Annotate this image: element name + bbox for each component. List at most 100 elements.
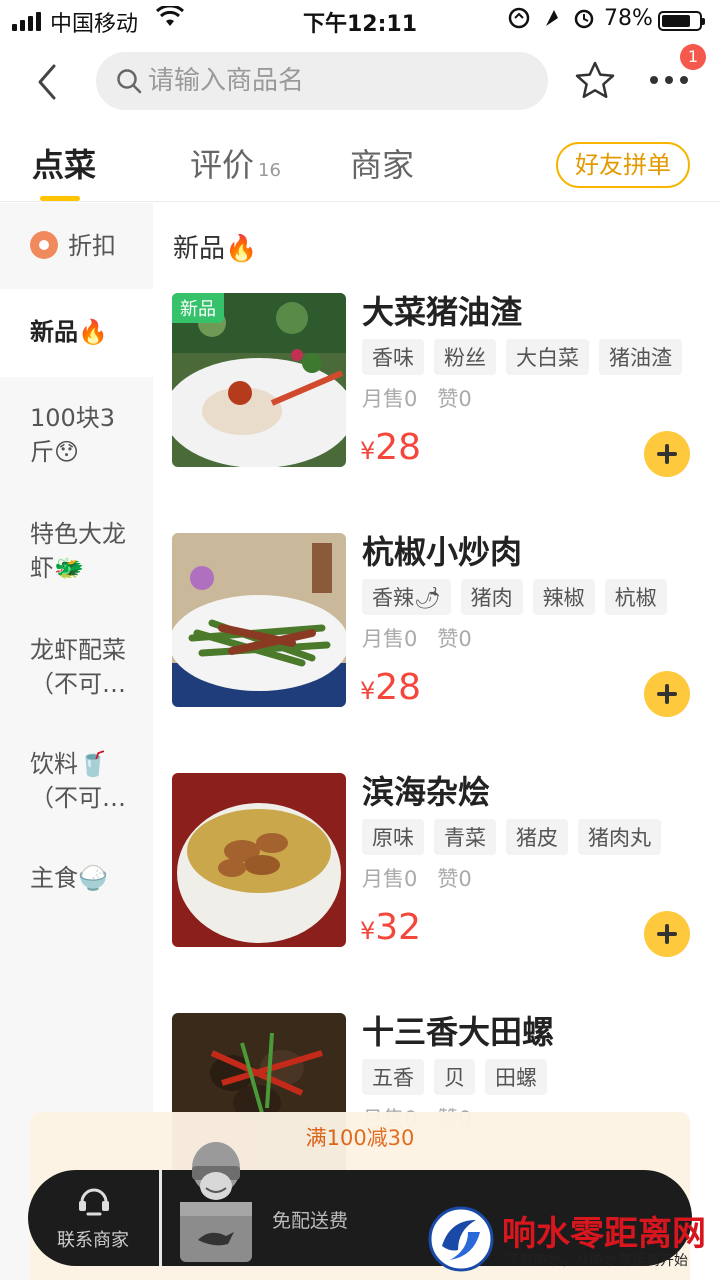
status-bar: 中国移动 下午12:11 78% <box>0 0 720 40</box>
active-tab-indicator <box>40 196 80 201</box>
divider <box>159 1170 162 1266</box>
dish-tag: 猪肉丸 <box>578 819 661 855</box>
sidebar-item-side-dishes[interactable]: 龙虾配菜 （不可… <box>0 633 153 701</box>
sidebar-item-crayfish[interactable]: 特色大龙 虾🐲 <box>0 517 153 585</box>
dish-tag: 五香 <box>362 1059 424 1095</box>
site-logo-icon <box>428 1206 494 1272</box>
shipping-fee: 免配送费 <box>272 1210 349 1232</box>
dish-name: 十三香大田螺 <box>362 1013 555 1051</box>
sidebar-item-label: 饮料🥤 <box>30 750 108 778</box>
dish-tag: 原味 <box>362 819 424 855</box>
currency-symbol: ¥ <box>360 437 376 465</box>
dish-name: 杭椒小炒肉 <box>362 533 523 571</box>
dish-tag: 辣椒 <box>532 579 595 615</box>
menu-item[interactable]: 新品 大菜猪油渣 香味 粉丝 大白菜 猪油渣 月售0 赞0 ¥28 <box>172 293 702 493</box>
currency-symbol: ¥ <box>360 917 376 945</box>
discount-tag-icon <box>30 231 58 259</box>
sidebar-item-staple[interactable]: 主食🍚 <box>0 861 153 895</box>
sidebar-item-new[interactable]: 新品🔥 <box>0 289 153 377</box>
tab-order-label: 点菜 <box>32 146 97 184</box>
dish-tags: 五香 贝 田螺 <box>362 1059 547 1095</box>
dish-tag: 贝 <box>434 1059 475 1095</box>
currency-symbol: ¥ <box>360 677 376 705</box>
price-value: 28 <box>375 667 422 708</box>
sidebar-item-label-line2: 斤😯 <box>30 438 80 466</box>
dish-tags: 香味 粉丝 大白菜 猪油渣 <box>362 339 682 375</box>
tab-merchant-label: 商家 <box>350 146 415 184</box>
section-title: 新品🔥 <box>173 234 258 264</box>
dish-tag: 粉丝 <box>434 339 496 375</box>
watermark-title: 响水零距离网 <box>502 1214 706 1254</box>
dish-tag: 大白菜 <box>506 339 589 375</box>
likes: 赞0 <box>437 387 472 411</box>
sidebar-item-discount[interactable]: 折扣 <box>0 229 153 263</box>
dish-tag: 田螺 <box>485 1059 547 1095</box>
tab-reviews-label: 评价 <box>190 146 255 184</box>
battery-icon <box>658 11 705 31</box>
dish-stats: 月售0 赞0 <box>362 863 472 893</box>
new-badge: 新品 <box>172 293 224 323</box>
price-value: 28 <box>375 427 422 468</box>
monthly-sales: 月售0 <box>362 867 418 891</box>
dish-tag: 猪油渣 <box>599 339 682 375</box>
dish-tag: 香味 <box>362 339 424 375</box>
sidebar-item-label: 特色大龙 <box>30 520 126 548</box>
monthly-sales: 月售0 <box>362 387 418 411</box>
dish-photo <box>172 533 346 707</box>
dish-tag: 香辣🌶 <box>362 579 451 615</box>
sidebar-item-label: 100块3 <box>30 404 116 432</box>
price-value: 32 <box>375 907 422 948</box>
dish-price: ¥32 <box>360 907 421 948</box>
add-to-cart-button[interactable] <box>644 671 690 717</box>
contact-merchant-label: 联系商家 <box>57 1230 129 1251</box>
tab-merchant[interactable]: 商家 <box>350 140 414 186</box>
back-button[interactable] <box>32 62 66 102</box>
menu-item[interactable]: 杭椒小炒肉 香辣🌶 猪肉 辣椒 杭椒 月售0 赞0 ¥28 <box>172 533 702 733</box>
likes: 赞0 <box>437 627 472 651</box>
dish-tags: 原味 青菜 猪皮 猪肉丸 <box>362 819 661 855</box>
sidebar-item-label: 主食🍚 <box>30 864 108 892</box>
customer-service-icon <box>79 1188 109 1216</box>
sidebar-item-drinks[interactable]: 饮料🥤 （不可… <box>0 747 153 815</box>
search-bar[interactable] <box>96 52 548 110</box>
tab-bar: 点菜 评价 16 商家 好友拼单 <box>0 130 720 202</box>
tab-order[interactable]: 点菜 <box>32 140 96 186</box>
favorite-star-icon[interactable] <box>574 60 616 102</box>
more-menu-button[interactable] <box>650 70 696 90</box>
notification-badge: 1 <box>680 44 706 70</box>
status-icons <box>508 6 598 35</box>
promo-text: 满100减30 <box>305 1126 415 1150</box>
watermark-subtitle: 了解响水，从响水零距离开始 <box>506 1253 688 1269</box>
contact-merchant-button[interactable]: 联系商家 <box>28 1170 158 1266</box>
group-order-button[interactable]: 好友拼单 <box>556 142 690 188</box>
chevron-left-icon <box>38 64 56 100</box>
add-to-cart-button[interactable] <box>644 431 690 477</box>
dish-price: ¥28 <box>360 427 421 468</box>
menu-item[interactable]: 滨海杂烩 原味 青菜 猪皮 猪肉丸 月售0 赞0 ¥32 <box>172 773 702 973</box>
sidebar-item-label-line2: （不可… <box>30 670 126 698</box>
dish-stats: 月售0 赞0 <box>362 383 472 413</box>
sidebar-item-100-for-3[interactable]: 100块3 斤😯 <box>0 401 153 469</box>
watermark: 响水零距离网 了解响水，从响水零距离开始 <box>428 1204 720 1280</box>
dish-name: 滨海杂烩 <box>362 773 491 811</box>
delivery-mascot-icon <box>180 1142 252 1262</box>
dish-stats: 月售0 赞0 <box>362 623 472 653</box>
search-input[interactable] <box>148 52 528 110</box>
dish-photo <box>172 773 346 947</box>
dish-tag: 猪皮 <box>506 819 568 855</box>
likes: 赞0 <box>437 867 472 891</box>
dish-name: 大菜猪油渣 <box>362 293 523 331</box>
add-to-cart-button[interactable] <box>644 911 690 957</box>
dish-tag: 猪肉 <box>460 579 523 615</box>
search-icon <box>117 69 142 94</box>
battery-percent: 78% <box>604 6 653 31</box>
sidebar-item-label: 折扣 <box>68 232 116 260</box>
sidebar-item-label: 龙虾配菜 <box>30 636 126 664</box>
tab-reviews[interactable]: 评价 16 <box>190 140 281 186</box>
dish-tag: 杭椒 <box>604 579 667 615</box>
dish-tags: 香辣🌶 猪肉 辣椒 杭椒 <box>362 579 667 615</box>
monthly-sales: 月售0 <box>362 627 418 651</box>
dish-tag: 青菜 <box>434 819 496 855</box>
sidebar-item-label-line2: （不可… <box>30 784 126 812</box>
dish-price: ¥28 <box>360 667 421 708</box>
